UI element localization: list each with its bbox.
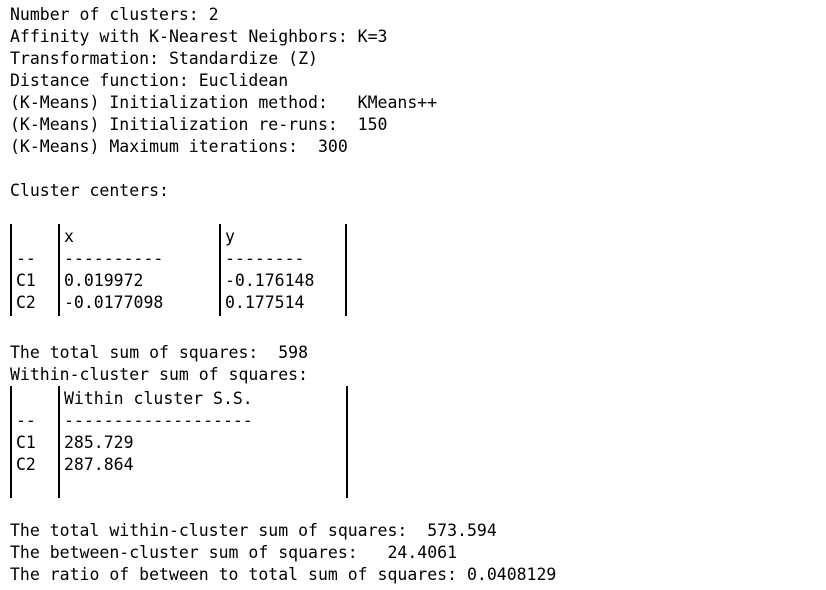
centers-row-x: -0.0177098 [64, 293, 164, 312]
within-table-rule-right [346, 386, 348, 498]
param-line-initialization-reruns: (K-Means) Initialization re-runs: 150 [10, 115, 388, 134]
within-row-value: 287.864 [64, 455, 134, 474]
param-line-transformation: Transformation: Standardize (Z) [10, 49, 318, 68]
within-sep-col: ------------------- [64, 411, 253, 430]
within-cluster-heading: Within-cluster sum of squares: [10, 365, 309, 384]
kmeans-report: Number of clusters: 2 Affinity with K-Ne… [0, 0, 826, 590]
centers-header-x: x [64, 227, 74, 246]
centers-table-rule-col2 [219, 224, 221, 316]
centers-sep-y: -------- [225, 249, 305, 268]
total-sum-of-squares-line: The total sum of squares: 598 [10, 343, 309, 362]
cluster-centers-heading: Cluster centers: [10, 181, 169, 200]
param-line-distance-function: Distance function: Euclidean [10, 71, 289, 90]
param-line-maximum-iterations: (K-Means) Maximum iterations: 300 [10, 137, 348, 156]
centers-row-name: C1 [16, 271, 36, 290]
centers-sep-x: ---------- [64, 249, 164, 268]
summary-line-ratio: The ratio of between to total sum of squ… [10, 565, 557, 584]
within-sep-corner: -- [16, 411, 36, 430]
summary-line-between-cluster: The between-cluster sum of squares: 24.4… [10, 543, 458, 562]
within-row-name: C1 [16, 433, 36, 452]
centers-row-name: C2 [16, 293, 36, 312]
within-row-name: C2 [16, 455, 36, 474]
centers-sep-corner: -- [16, 249, 36, 268]
centers-row-x: 0.019972 [64, 271, 144, 290]
centers-header-y: y [225, 227, 235, 246]
param-line-initialization-method: (K-Means) Initialization method: KMeans+… [10, 93, 438, 112]
centers-row-y: -0.176148 [225, 271, 315, 290]
centers-table-rule-col1 [58, 224, 60, 316]
summary-line-total-within-cluster: The total within-cluster sum of squares:… [10, 521, 497, 540]
within-row-value: 285.729 [64, 433, 134, 452]
centers-row-y: 0.177514 [225, 293, 305, 312]
within-table-rule-col1 [58, 386, 60, 498]
centers-table-rule-left [10, 224, 12, 316]
within-header-label: Within cluster S.S. [64, 389, 253, 408]
param-line-number-of-clusters: Number of clusters: 2 [10, 5, 219, 24]
param-line-affinity-knn: Affinity with K-Nearest Neighbors: K=3 [10, 27, 388, 46]
centers-table-rule-right [345, 224, 347, 316]
within-table-rule-left [10, 386, 12, 498]
